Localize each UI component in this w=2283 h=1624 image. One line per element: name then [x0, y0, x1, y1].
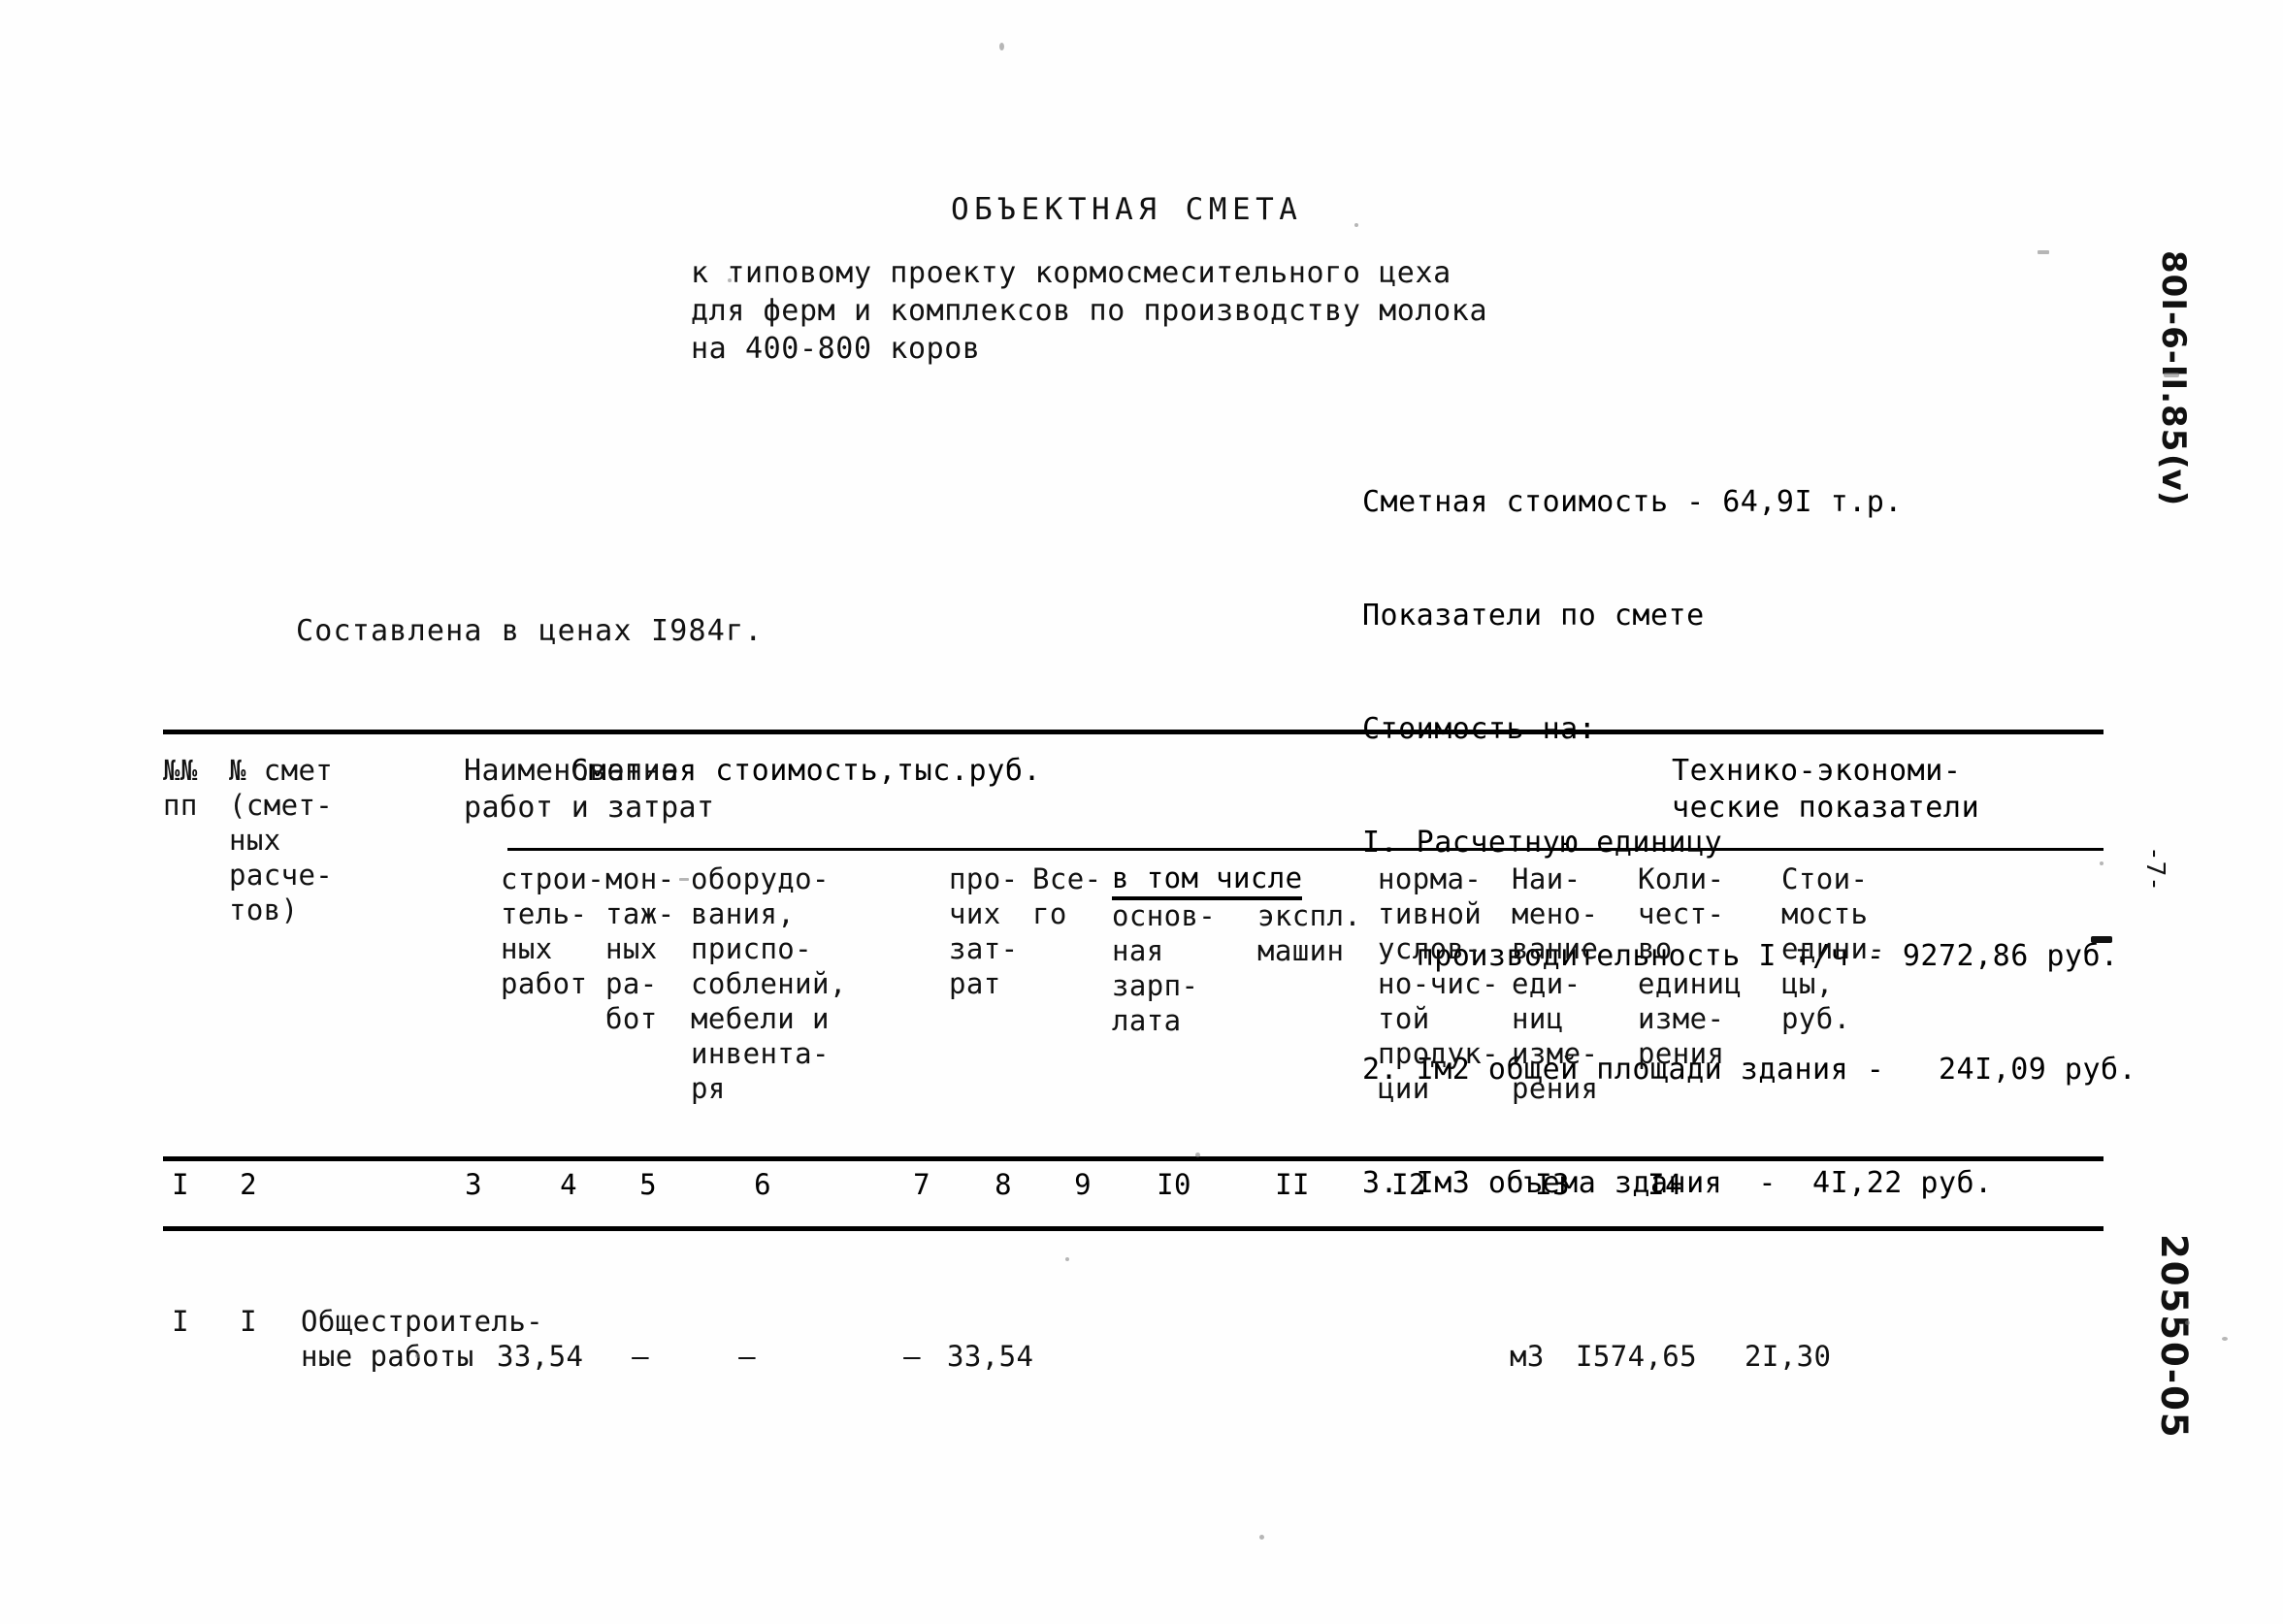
- colnum-11: II: [1275, 1168, 1310, 1201]
- table-rule-above-colnums: [163, 1156, 2104, 1161]
- archive-number-mark: 20550-05: [2153, 1234, 2195, 1440]
- colnum-3: 3: [465, 1168, 482, 1201]
- scan-speck: [1354, 223, 1358, 227]
- group-header-technical-economic: Технико-экономи- ческие показатели: [1672, 754, 1980, 825]
- row-1-total: 33,54: [947, 1340, 1034, 1373]
- scan-speck: [2164, 373, 2179, 377]
- in-that-number-text: в том числе: [1112, 861, 1303, 900]
- scan-speck: [999, 43, 1004, 50]
- row-1-equipment: –: [738, 1340, 756, 1373]
- scan-speck: [415, 1353, 420, 1358]
- header-col-7: про- чих зат- рат: [949, 862, 1019, 1000]
- header-col-3: Наименование работ и затрат: [464, 754, 715, 825]
- scan-speck: [1259, 1535, 1264, 1540]
- header-col-11: норма- тивной услов- но-чис- той продук-…: [1378, 862, 1500, 1105]
- colnum-5: 5: [639, 1168, 657, 1201]
- scan-speck: [1195, 1153, 1200, 1157]
- scan-speck: [2038, 250, 2049, 254]
- summary-item-1: I. Расчетную единицу: [1362, 826, 1723, 860]
- scan-speck: [679, 878, 689, 881]
- summary-item-3: 3. Iм3 объема здания - 4I,22 руб.: [1362, 1166, 1993, 1200]
- colnum-1: I: [172, 1168, 189, 1201]
- colnum-7: 7: [913, 1168, 930, 1201]
- colnum-6: 6: [754, 1168, 771, 1201]
- header-col-1: №№ пп: [163, 754, 198, 822]
- total-cost-line: Сметная стоимость - 64,9I т.р.: [1362, 485, 1903, 519]
- scan-speck: [2222, 1337, 2228, 1341]
- header-col-10: экспл. машин: [1257, 899, 1362, 967]
- colnum-8: 8: [995, 1168, 1012, 1201]
- project-code-mark: 80I-6-II.85: [2154, 250, 2193, 453]
- indicators-heading: Показатели по смете: [1362, 599, 1705, 633]
- colnum-9: 9: [1074, 1168, 1092, 1201]
- scan-speck: [2091, 936, 2112, 943]
- header-col-14: Стои- мость едини- цы, руб.: [1781, 862, 1886, 1035]
- document-page: ОБЪЕКТНАЯ СМЕТА к типовому проекту кормо…: [0, 0, 2283, 1624]
- page-number-mark: -7-: [2140, 846, 2169, 892]
- scan-speck: [728, 278, 732, 282]
- row-1-construction-works: 33,54: [497, 1340, 584, 1373]
- row-1-unit-cost: 2I,30: [1745, 1340, 1832, 1373]
- row-1-estimate-no: I: [240, 1305, 257, 1338]
- header-col-4: строи- тель- ных работ: [501, 862, 605, 1000]
- row-1-other-costs: –: [903, 1340, 921, 1373]
- header-col-2: № смет (смет- ных расче- тов): [229, 754, 334, 926]
- page-title: ОБЪЕКТНАЯ СМЕТА: [951, 192, 1303, 227]
- header-col-9: основ- ная зарп- лата: [1112, 899, 1217, 1037]
- summary-block: Сметная стоимость - 64,9I т.р. Показател…: [1362, 407, 2136, 1278]
- row-1-num-pp: I: [172, 1305, 189, 1338]
- colnum-2: 2: [240, 1168, 257, 1201]
- header-col-13: Коли- чест- во единиц изме- рения: [1638, 862, 1743, 1070]
- project-code-suffix-mark: (v): [2154, 454, 2193, 506]
- colnum-14: I4: [1647, 1168, 1682, 1201]
- row-1-unit-name: м3: [1510, 1340, 1545, 1373]
- header-col-6: оборудо- вания, приспо- соблений, мебели…: [691, 862, 847, 1105]
- table-rule-group: [507, 848, 2104, 851]
- prices-basis-note: Составлена в ценах I984г.: [296, 614, 764, 648]
- colnum-12: I2: [1391, 1168, 1426, 1201]
- header-col-12: Наи- мено- вание еди- ниц изме- рения: [1512, 862, 1599, 1105]
- header-col-8: Все- го: [1032, 862, 1102, 930]
- table-rule-top: [163, 730, 2104, 734]
- scan-speck: [2185, 1320, 2190, 1325]
- subgroup-header-in-that-number: в том числе: [1112, 861, 1303, 900]
- scan-speck: [2100, 861, 2104, 865]
- document-subtitle: к типовому проекту кормосмесительного це…: [691, 256, 1488, 366]
- row-1-assembly-works: –: [632, 1340, 649, 1373]
- row-1-unit-quantity: I574,65: [1576, 1340, 1698, 1373]
- header-col-5: мон- таж- ных ра- бот: [605, 862, 675, 1035]
- scan-speck: [1065, 1257, 1069, 1261]
- table-rule-below-colnums: [163, 1226, 2104, 1231]
- colnum-13: I3: [1535, 1168, 1570, 1201]
- colnum-4: 4: [560, 1168, 577, 1201]
- colnum-10: I0: [1157, 1168, 1191, 1201]
